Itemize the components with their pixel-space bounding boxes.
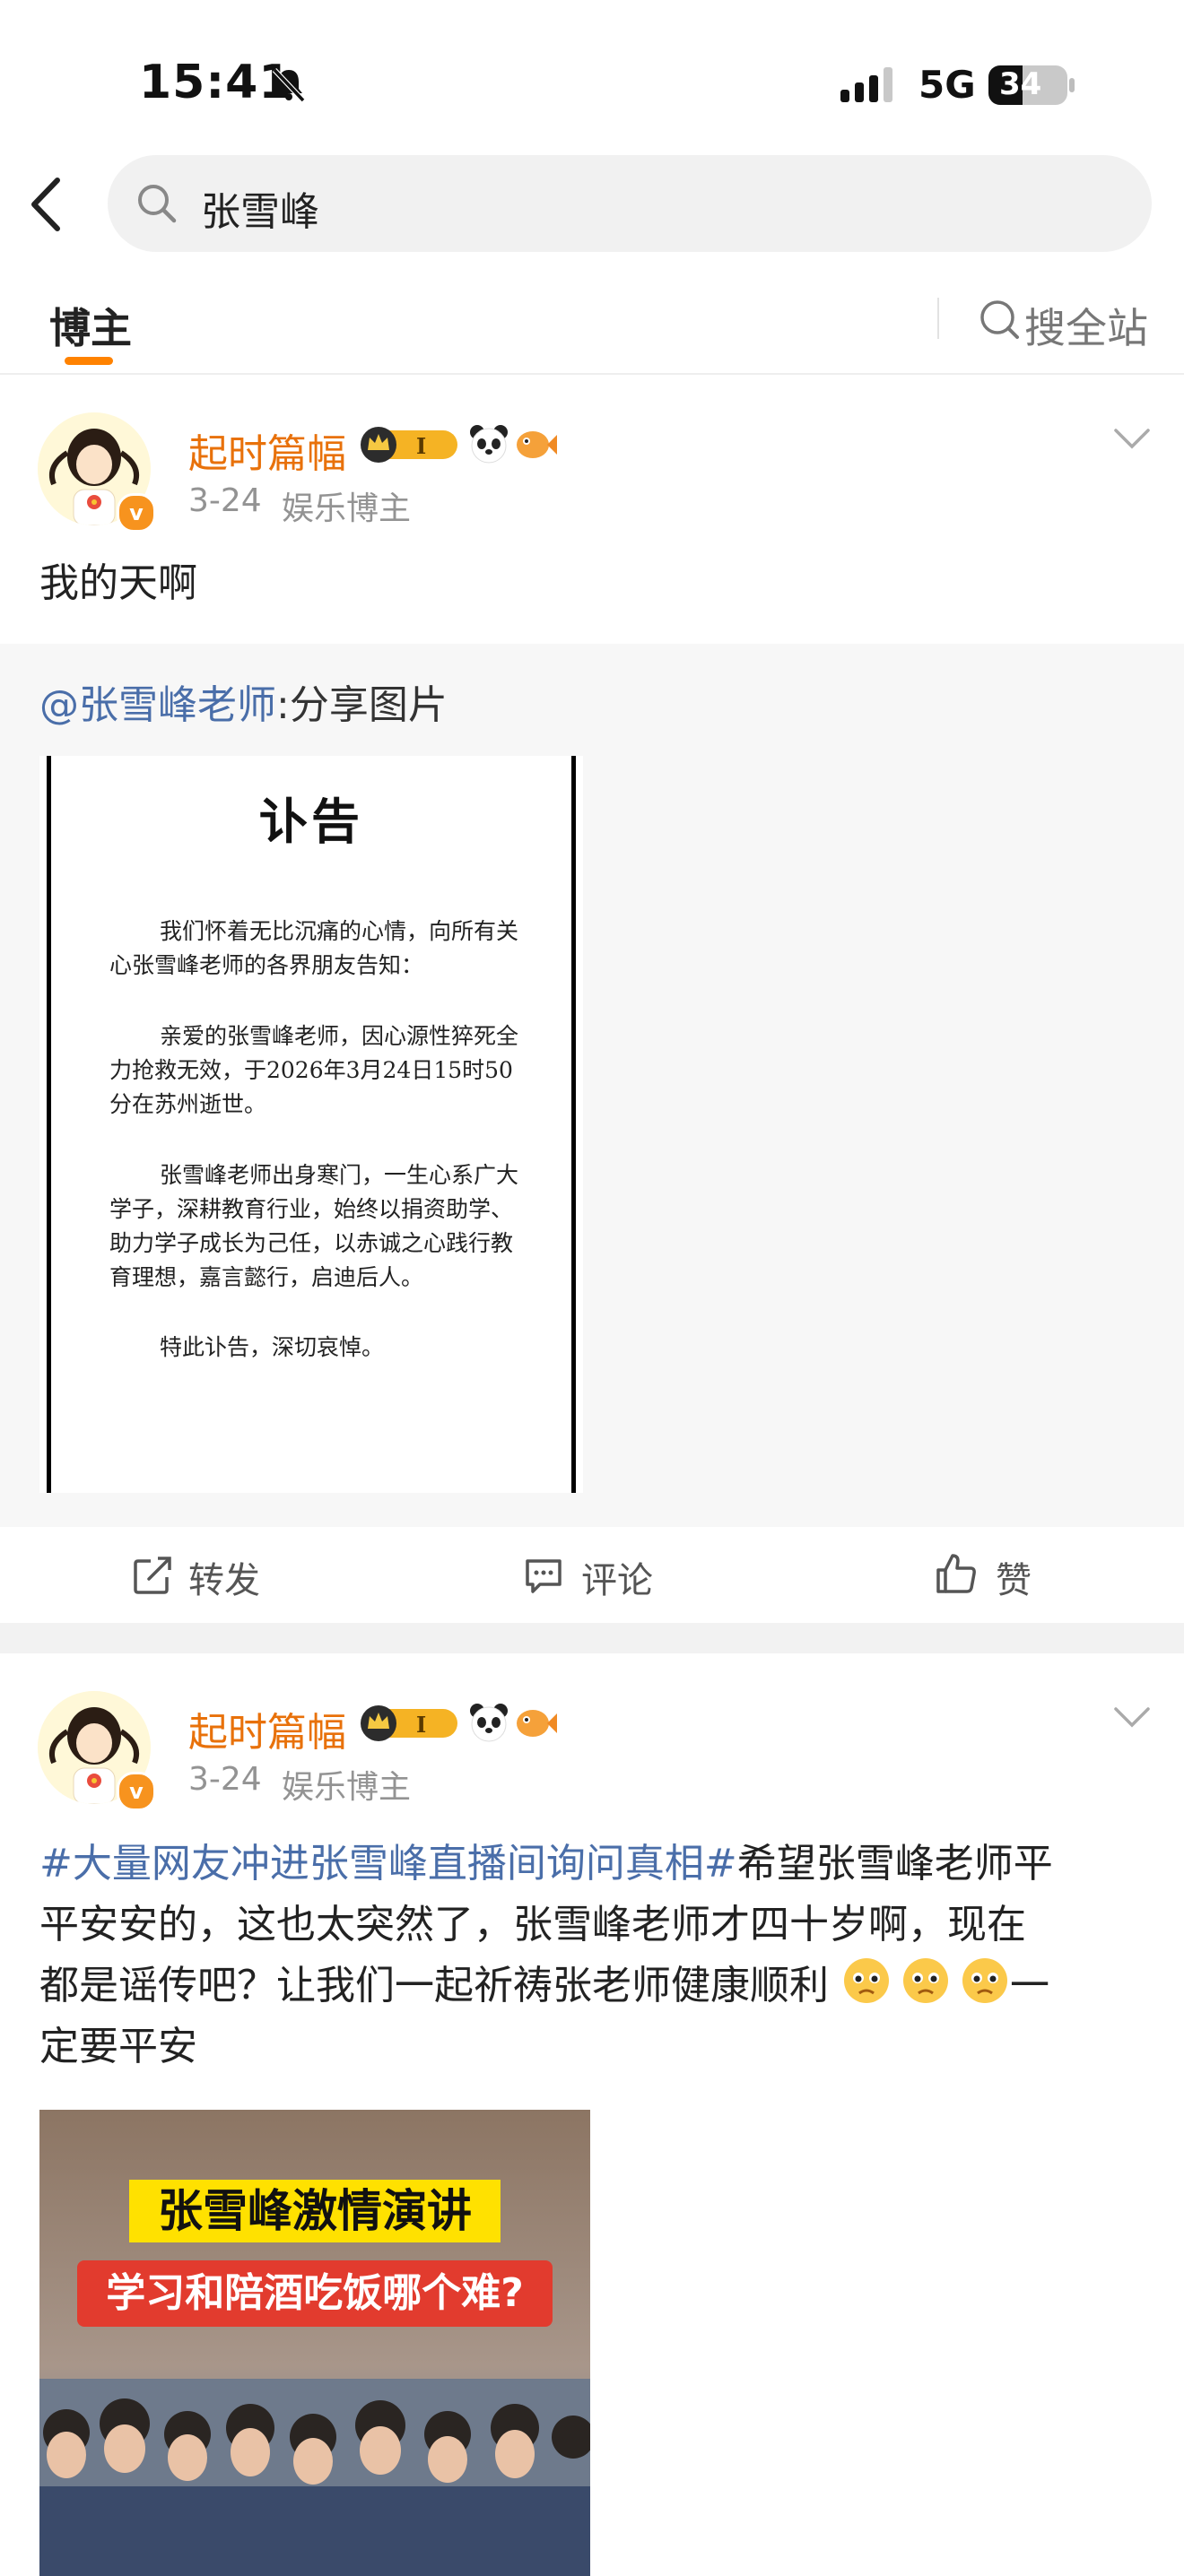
repost-suffix: :分享图片	[276, 682, 448, 728]
obituary-paragraph: 亲爱的张雪峰老师，因心源性猝死全力抢救无效，于2026年3月24日15时50分在…	[109, 1023, 519, 1117]
search-site-icon[interactable]	[978, 298, 1021, 341]
obituary-paragraph: 我们怀着无比沉痛的心情，向所有关心张雪峰老师的各界朋友告知：	[109, 918, 519, 978]
repost-icon[interactable]	[131, 1554, 174, 1597]
tab-bloggers[interactable]: 博主	[49, 296, 132, 355]
fish-icon	[517, 1710, 557, 1737]
obituary-paragraph: 特此讣告，深切哀悼。	[160, 1334, 385, 1360]
obituary-frame	[47, 756, 576, 1493]
like-button[interactable]: 赞	[996, 1551, 1032, 1603]
post-separator	[0, 1623, 1184, 1653]
member-level-badge-icon: I	[361, 427, 457, 463]
pleading-face-icon	[844, 1958, 889, 2003]
cellular-signal-icon	[840, 67, 892, 102]
chevron-down-icon[interactable]	[1112, 1704, 1152, 1730]
like-icon[interactable]	[935, 1552, 978, 1595]
post-category: 娱乐博主	[282, 1769, 412, 1806]
comment-button[interactable]: 评论	[581, 1551, 653, 1603]
battery-icon: 34	[987, 63, 1076, 108]
pleading-face-icon	[903, 1958, 948, 2003]
post-date: 3-24	[188, 482, 262, 519]
post-text-line: 定要平安	[39, 2024, 197, 2069]
network-type: 5G	[918, 63, 976, 107]
post-text-line: 平安安的，这也太突然了，张雪峰老师才四十岁啊，现在	[39, 1902, 1026, 1947]
divider	[0, 373, 1184, 375]
post-text-part: 希望张雪峰老师平	[736, 1841, 1053, 1886]
repost-button[interactable]: 转发	[188, 1551, 260, 1603]
tab-divider	[937, 298, 939, 339]
obituary-paragraph: 张雪峰老师出身寒门，一生心系广大学子，深耕教育行业，始终以捐资助学、助力学子成长…	[109, 1162, 519, 1290]
verified-badge-icon: v	[117, 493, 156, 533]
comment-icon[interactable]	[522, 1554, 565, 1597]
search-query[interactable]: 张雪峰	[201, 179, 319, 237]
repost-caption: @张雪峰老师:分享图片	[39, 672, 448, 730]
level-text: I	[416, 1712, 426, 1738]
post-text-part: 都是谣传吧？让我们一起祈祷张老师健康顺利	[39, 1963, 829, 2008]
hashtag-link[interactable]: #大量网友冲进张雪峰直播间询问真相#	[39, 1841, 737, 1886]
post-text: 我的天啊	[39, 560, 197, 606]
post-text-part: 一	[1010, 1963, 1049, 2008]
silent-bell-icon	[272, 67, 306, 103]
member-level-badge-icon: I	[361, 1705, 457, 1741]
video-caption-title: 张雪峰激情演讲	[158, 2185, 472, 2237]
post-text-line: #大量网友冲进张雪峰直播间询问真相#希望张雪峰老师平	[39, 1831, 1053, 1897]
level-text: I	[416, 433, 426, 459]
verified-badge-icon: v	[117, 1772, 156, 1811]
panda-icon	[470, 1704, 508, 1742]
back-arrow-icon[interactable]	[27, 175, 66, 234]
video-thumbnail[interactable]: 张雪峰激情演讲 学习和陪酒吃饭哪个难?	[39, 2110, 590, 2576]
fish-icon	[517, 431, 557, 458]
video-thumbnail-art	[39, 2110, 590, 2576]
search-whole-site-button[interactable]: 搜全站	[1024, 296, 1148, 355]
panda-icon	[470, 425, 508, 464]
mention-link[interactable]: @张雪峰老师	[39, 682, 276, 728]
battery-level: 34	[999, 66, 1042, 102]
pleading-face-icon	[962, 1958, 1007, 2003]
post-category: 娱乐博主	[282, 490, 412, 527]
post-text-line: 都是谣传吧？让我们一起祈祷张老师健康顺利 一	[39, 1953, 1049, 2019]
obituary-title: 讣告	[259, 793, 363, 850]
username[interactable]: 起时篇幅	[188, 1700, 346, 1757]
tab-active-indicator	[65, 357, 113, 365]
video-caption-subtitle: 学习和陪酒吃饭哪个难?	[106, 2270, 524, 2316]
post-date: 3-24	[188, 1761, 262, 1798]
username[interactable]: 起时篇幅	[188, 421, 346, 479]
search-icon	[138, 185, 177, 223]
chevron-down-icon[interactable]	[1112, 425, 1152, 452]
